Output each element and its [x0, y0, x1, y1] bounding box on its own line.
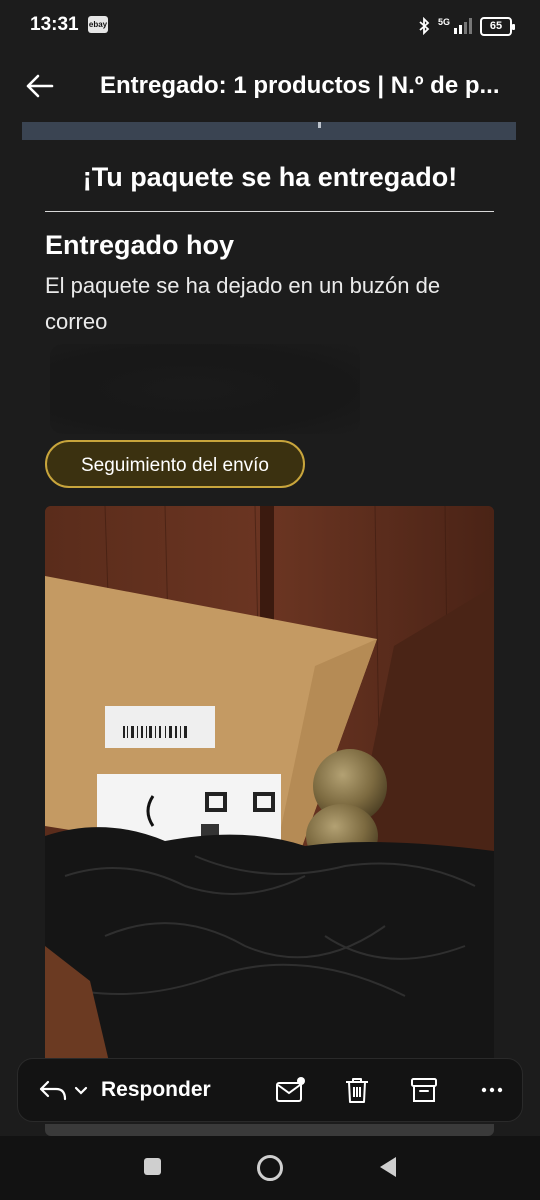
recents-square-icon[interactable]: [144, 1158, 161, 1175]
chevron-down-icon[interactable]: [74, 1083, 88, 1101]
mail-unread-icon[interactable]: [275, 1075, 305, 1105]
app-bar: Entregado: 1 productos | N.º de p...: [0, 52, 540, 122]
back-triangle-icon[interactable]: [378, 1156, 398, 1183]
signal-icon: 5G: [438, 16, 472, 36]
redacted-area: [50, 344, 360, 434]
reply-button[interactable]: Responder: [101, 1078, 211, 1102]
reply-icon[interactable]: [38, 1077, 68, 1108]
more-icon[interactable]: [477, 1075, 507, 1105]
bluetooth-icon: [418, 17, 430, 35]
delivery-photo: [45, 506, 494, 1066]
delivery-status-title: Entregado hoy: [45, 230, 235, 260]
trash-icon[interactable]: [342, 1075, 372, 1105]
home-circle-icon[interactable]: [257, 1155, 283, 1181]
email-subject-title: Entregado: 1 productos | N.º de p...: [100, 72, 500, 99]
battery-icon: 65: [480, 16, 515, 36]
track-shipment-button[interactable]: Seguimiento del envío: [45, 440, 305, 488]
header-banner: [22, 122, 516, 140]
archive-icon[interactable]: [409, 1075, 439, 1105]
delivery-status-description: El paquete se ha dejado en un buzón de c…: [45, 273, 441, 334]
back-arrow-icon[interactable]: [22, 68, 58, 104]
divider: [45, 211, 494, 212]
status-time: 13:31: [30, 14, 79, 35]
email-action-bar: Responder: [17, 1058, 523, 1122]
email-body[interactable]: ¡Tu paquete se ha entregado! Entregado h…: [0, 122, 540, 1130]
status-indicators: 5G 65: [418, 14, 515, 38]
content-peek: [45, 1124, 494, 1136]
delivery-headline: ¡Tu paquete se ha entregado!: [82, 162, 458, 192]
ebay-notification-icon: ebay: [88, 16, 108, 33]
svg-text:5G: 5G: [438, 17, 450, 27]
status-bar: 13:31 ebay 5G 65: [0, 0, 540, 52]
